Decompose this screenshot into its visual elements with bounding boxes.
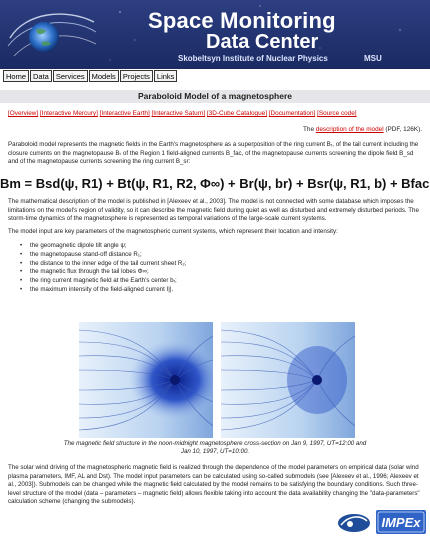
list-item: the magnetic flux through the tail lobes… <box>20 268 320 277</box>
impex-logo-icon[interactable]: IMPEx <box>376 510 426 534</box>
description-suffix: (PDF, 126K). <box>383 126 422 133</box>
list-item: the distance to the inner edge of the ta… <box>20 260 320 269</box>
model-formula: Bm = Bsd(ψ, R1) + Bt(ψ, R1, R2, Φ∞) + Br… <box>0 176 430 191</box>
nav-services[interactable]: Services <box>52 70 88 82</box>
nav-projects[interactable]: Projects <box>119 70 153 82</box>
link-interactive-mercury[interactable]: [Interactive Mercury] <box>40 110 98 117</box>
solar-wind-paragraph: The solar wind driving of the magnetosph… <box>8 464 420 506</box>
link-interactive-saturn[interactable]: [Interactive Saturn] <box>152 110 206 117</box>
link-overview[interactable]: [Overview] <box>8 110 38 117</box>
main-nav: Home Data Services Models Projects Links <box>3 70 178 82</box>
input-paragraph: The model input are key parameters of th… <box>8 228 338 235</box>
banner-university: MSU <box>364 54 382 63</box>
partner-logo-icon[interactable] <box>337 513 371 533</box>
figure-panel-jan10 <box>220 322 355 438</box>
page: Space Monitoring Data Center Skobeltsyn … <box>0 0 430 537</box>
link-source-code[interactable]: [Source code] <box>317 110 356 117</box>
smdc-logo-icon[interactable] <box>6 4 98 66</box>
list-item: the maximum intensity of the field-align… <box>20 286 320 295</box>
description-prefix: The <box>302 126 316 133</box>
figure-panel-jan9 <box>79 322 214 438</box>
figure-caption: The magnetic field structure in the noon… <box>63 440 367 455</box>
intro-paragraph: Paraboloid model represents the magnetic… <box>8 141 419 166</box>
link-interactive-earth[interactable]: [Interactive Earth] <box>100 110 150 117</box>
nav-data[interactable]: Data <box>30 70 52 82</box>
nav-home[interactable]: Home <box>3 70 30 82</box>
banner-institute: Skobeltsyn Institute of Nuclear Physics <box>178 54 328 63</box>
link-documentation[interactable]: [Documentation] <box>269 110 316 117</box>
model-links: [Overview] [Interactive Mercury] [Intera… <box>8 110 428 117</box>
description-paragraph: The mathematical description of the mode… <box>8 198 419 223</box>
description-pdf-link[interactable]: description of the model <box>316 126 384 133</box>
nav-links[interactable]: Links <box>153 70 178 82</box>
list-item: the ring current magnetic field at the E… <box>20 277 320 286</box>
nav-models[interactable]: Models <box>88 70 119 82</box>
header-banner: Space Monitoring Data Center Skobeltsyn … <box>0 0 430 69</box>
impex-logo-text: IMPEx <box>381 515 421 530</box>
list-item: the magnetopause stand-off distance R₁; <box>20 251 320 260</box>
parameter-list: the geomagnetic dipole tilt angle ψ; the… <box>20 242 320 295</box>
magnetic-field-figure <box>79 322 355 438</box>
list-item: the geomagnetic dipole tilt angle ψ; <box>20 242 320 251</box>
page-title: Paraboloid Model of a magnetosphere <box>0 90 430 103</box>
banner-title-line2: Data Center <box>206 31 319 53</box>
link-3d-cube-catalogue[interactable]: [3D-Cube Catalogue] <box>207 110 267 117</box>
model-description-line: The description of the model (PDF, 126K)… <box>303 126 422 133</box>
